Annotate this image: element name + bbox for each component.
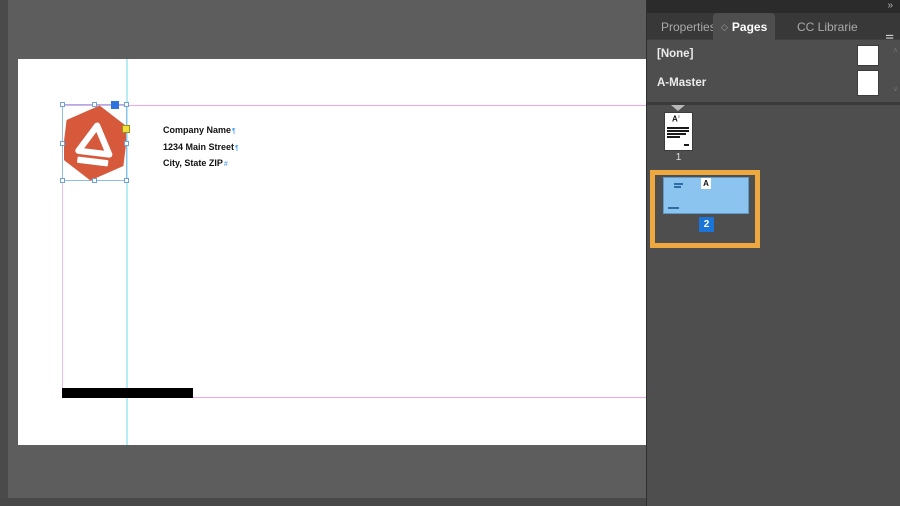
paragraph-mark-icon: ¶ xyxy=(232,128,236,135)
footer-bar-object[interactable] xyxy=(62,388,193,398)
thumb-logo-mark xyxy=(674,183,683,185)
pages-tab-cycle-icon: ◇ xyxy=(721,21,728,32)
page-1-thumbnail[interactable]: A≡ xyxy=(665,113,692,150)
page-2-thumbnail[interactable]: A xyxy=(664,178,748,213)
selection-handle[interactable] xyxy=(60,141,65,146)
selection-handle[interactable] xyxy=(60,178,65,183)
hexagon-logo-icon xyxy=(61,105,129,181)
collapse-panels-icon[interactable]: » xyxy=(887,0,892,11)
tab-pages[interactable]: ◇ Pages xyxy=(713,13,776,41)
selection-handle[interactable] xyxy=(124,102,129,107)
page-1-label[interactable]: 1 xyxy=(665,152,692,163)
selection-handle[interactable] xyxy=(124,178,129,183)
spread-indicator-icon xyxy=(671,105,685,111)
document-page-canvas[interactable]: Company Name¶ 1234 Main Street¶ City, St… xyxy=(18,59,646,445)
pages-panel: » Properties ◇ Pages CC Librarie ≡ [None… xyxy=(646,0,900,506)
corner-options-widget[interactable] xyxy=(122,125,130,133)
content-grabber-handle[interactable] xyxy=(111,101,119,109)
bottom-edge xyxy=(0,498,646,506)
letterhead-line: Company Name¶ xyxy=(163,125,236,135)
document-workspace: Company Name¶ 1234 Main Street¶ City, St… xyxy=(0,0,646,506)
thumb-text-line xyxy=(667,133,686,135)
master-applied-mark: A xyxy=(701,178,711,189)
master-none-thumbnail[interactable] xyxy=(858,46,878,65)
selection-handle[interactable] xyxy=(60,102,65,107)
thumb-footer-mark xyxy=(668,207,679,209)
thumb-text-line xyxy=(667,130,689,132)
master-item-a-master[interactable]: A-Master ∨ xyxy=(647,71,900,99)
letterhead-line: 1234 Main Street¶ xyxy=(163,141,239,152)
company-logo[interactable] xyxy=(61,105,129,181)
selection-handle[interactable] xyxy=(92,102,97,107)
master-applied-mark: A≡ xyxy=(672,114,681,124)
panel-tab-bar: Properties ◇ Pages CC Librarie ≡ xyxy=(647,13,900,47)
a-master-thumbnail[interactable] xyxy=(858,71,878,95)
thumb-footer-mark xyxy=(684,144,689,146)
selection-handle[interactable] xyxy=(92,178,97,183)
letterhead-line: City, State ZIP# xyxy=(163,158,228,168)
panel-header-strip: » xyxy=(647,0,900,13)
tab-cc-libraries[interactable]: CC Librarie xyxy=(789,13,866,40)
page-2-label-selected[interactable]: 2 xyxy=(699,217,714,232)
end-of-story-mark-icon: # xyxy=(223,161,228,168)
top-margin-guide[interactable] xyxy=(62,105,646,106)
master-item-none[interactable]: [None] ∧ xyxy=(647,42,900,70)
scroll-up-icon[interactable]: ∧ xyxy=(893,46,898,54)
scroll-down-icon[interactable]: ∨ xyxy=(893,85,898,93)
thumb-text-line xyxy=(667,127,689,129)
selection-handle[interactable] xyxy=(124,141,129,146)
thumb-text-line xyxy=(667,136,680,138)
left-dock-edge xyxy=(0,0,8,506)
masters-section: [None] ∧ A-Master ∨ xyxy=(647,40,900,105)
logo-selection-frame[interactable] xyxy=(60,101,130,183)
letterhead-text-frame[interactable]: Company Name¶ 1234 Main Street¶ City, St… xyxy=(163,123,239,173)
paragraph-mark-icon: ¶ xyxy=(235,144,239,152)
thumb-logo-mark xyxy=(674,186,681,188)
